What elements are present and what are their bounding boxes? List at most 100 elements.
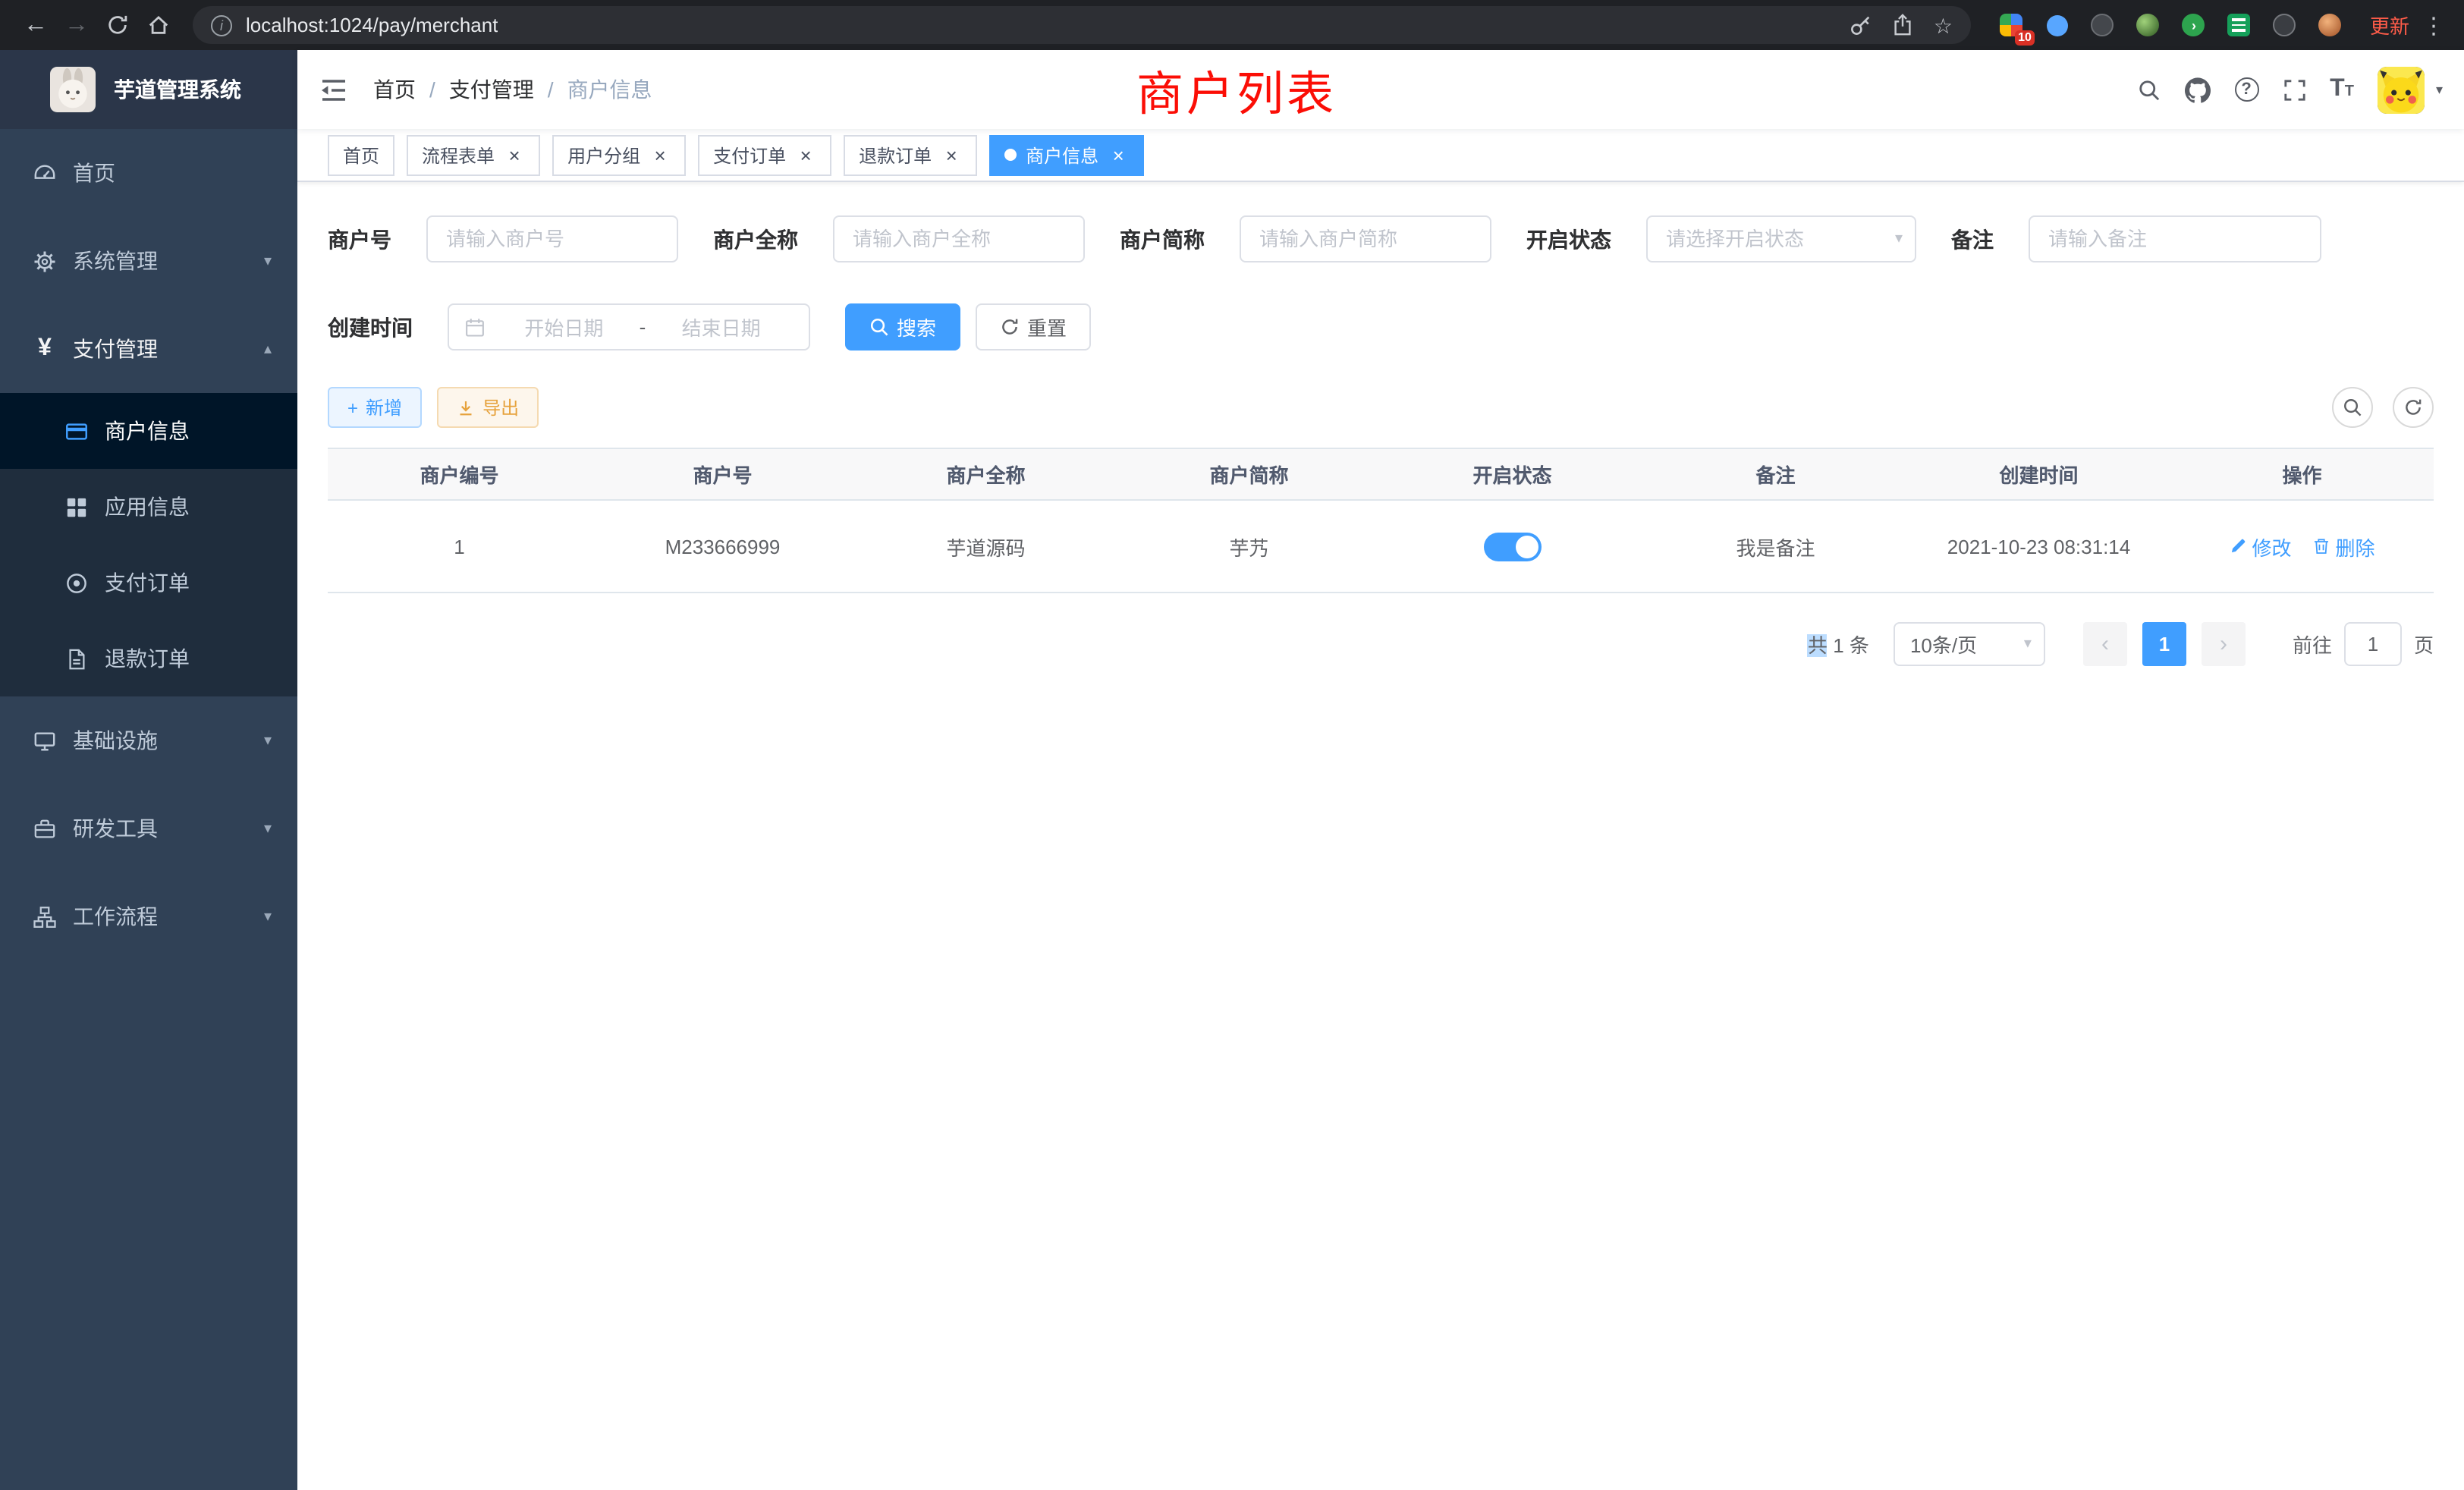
- breadcrumb-payment: 支付管理: [449, 74, 534, 105]
- merchant-no-label: 商户号: [328, 224, 426, 254]
- reset-button[interactable]: 重置: [976, 303, 1091, 350]
- sidebar-item-home[interactable]: 首页: [0, 129, 297, 217]
- col-short-name: 商户简称: [1117, 460, 1381, 489]
- extension-icon-8[interactable]: [2317, 11, 2344, 39]
- page-size-select[interactable]: 10条/页 ▾: [1894, 622, 2045, 666]
- page-1-button[interactable]: 1: [2142, 622, 2186, 666]
- tab-refund-orders[interactable]: 退款订单 ×: [844, 134, 977, 175]
- pagination-total: 共 1 条: [1808, 630, 1869, 659]
- extension-icon-3[interactable]: [2089, 11, 2117, 39]
- delete-link[interactable]: 删除: [2313, 532, 2375, 561]
- goto-page-input[interactable]: [2344, 622, 2402, 666]
- sidebar-item-pay-orders[interactable]: 支付订单: [0, 545, 297, 621]
- browser-home-icon[interactable]: [138, 5, 179, 46]
- prev-page-button[interactable]: ‹: [2083, 622, 2127, 666]
- edit-link-label: 修改: [2252, 532, 2291, 561]
- bank-card-icon: [64, 420, 90, 442]
- avatar-dropdown-icon[interactable]: ▾: [2436, 81, 2443, 98]
- add-button[interactable]: + 新增: [328, 387, 422, 428]
- col-status: 开启状态: [1381, 460, 1644, 489]
- extension-icon-1[interactable]: 10: [1998, 11, 2026, 39]
- full-name-label: 商户全称: [713, 224, 833, 254]
- breadcrumb-separator: /: [429, 77, 435, 102]
- tab-process-form[interactable]: 流程表单 ×: [407, 134, 540, 175]
- tab-pay-orders[interactable]: 支付订单 ×: [698, 134, 831, 175]
- extension-icon-2[interactable]: [2044, 11, 2071, 39]
- short-name-label: 商户简称: [1120, 224, 1240, 254]
- chevron-down-icon: ▾: [264, 820, 272, 837]
- header-search-icon[interactable]: [2137, 78, 2160, 101]
- edit-link[interactable]: 修改: [2229, 532, 2291, 561]
- breadcrumb: 首页 / 支付管理 / 商户信息: [373, 74, 652, 105]
- browser-back-icon[interactable]: ←: [15, 5, 56, 46]
- top-navbar: 首页 / 支付管理 / 商户信息 商户列表 ?: [297, 50, 2464, 129]
- browser-menu-icon[interactable]: ⋮: [2422, 11, 2446, 39]
- share-icon[interactable]: [1893, 14, 1914, 36]
- short-name-input[interactable]: [1240, 215, 1491, 262]
- merchant-no-input[interactable]: [426, 215, 678, 262]
- extension-icon-7[interactable]: [2271, 11, 2299, 39]
- delete-link-label: 删除: [2336, 532, 2375, 561]
- password-key-icon[interactable]: [1850, 14, 1873, 36]
- extension-icon-6[interactable]: [2226, 11, 2253, 39]
- next-page-button[interactable]: ›: [2202, 622, 2246, 666]
- font-size-icon[interactable]: TT: [2330, 77, 2354, 102]
- close-icon[interactable]: ×: [941, 144, 962, 165]
- sidebar-item-infrastructure[interactable]: 基础设施 ▾: [0, 696, 297, 784]
- table-toolbar: + 新增 导出: [328, 387, 2434, 428]
- tab-user-group[interactable]: 用户分组 ×: [552, 134, 686, 175]
- sidebar-item-dev-tools[interactable]: 研发工具 ▾: [0, 784, 297, 872]
- close-icon[interactable]: ×: [1108, 144, 1129, 165]
- sidebar-collapse-icon[interactable]: [320, 78, 347, 101]
- address-bar[interactable]: i localhost:1024/pay/merchant ☆: [193, 6, 1971, 44]
- close-icon[interactable]: ×: [795, 144, 816, 165]
- tab-label: 支付订单: [713, 142, 786, 168]
- user-avatar[interactable]: [2378, 66, 2425, 113]
- tab-home[interactable]: 首页: [328, 134, 394, 175]
- sidebar-item-system[interactable]: 系统管理 ▾: [0, 217, 297, 305]
- target-icon: [64, 571, 90, 594]
- browser-reload-icon[interactable]: [97, 5, 138, 46]
- status-toggle[interactable]: [1484, 532, 1542, 561]
- sidebar-item-app-info[interactable]: 应用信息: [0, 469, 297, 545]
- browser-forward-icon[interactable]: →: [56, 5, 97, 46]
- toggle-search-button[interactable]: [2332, 387, 2373, 428]
- date-range-input[interactable]: 开始日期 - 结束日期: [448, 303, 810, 350]
- fullscreen-icon[interactable]: [2283, 78, 2305, 101]
- export-button[interactable]: 导出: [437, 387, 539, 428]
- breadcrumb-home[interactable]: 首页: [373, 74, 416, 105]
- github-icon[interactable]: [2184, 77, 2210, 102]
- sidebar-item-workflow[interactable]: 工作流程 ▾: [0, 872, 297, 960]
- refresh-button[interactable]: [2393, 387, 2434, 428]
- browser-update-button[interactable]: 更新: [2370, 11, 2409, 39]
- sidebar-item-label: 商户信息: [105, 416, 190, 446]
- status-select[interactable]: [1646, 215, 1916, 262]
- col-merchant-id: 商户编号: [328, 460, 591, 489]
- url-text[interactable]: localhost:1024/pay/merchant: [246, 14, 498, 36]
- tags-view: 首页 流程表单 × 用户分组 × 支付订单 × 退款订单 ×: [297, 129, 2464, 182]
- site-info-icon[interactable]: i: [211, 14, 232, 36]
- sidebar-item-label: 工作流程: [73, 901, 158, 932]
- bookmark-star-icon[interactable]: ☆: [1934, 14, 1953, 36]
- close-icon[interactable]: ×: [649, 144, 671, 165]
- chevron-down-icon: ▾: [264, 732, 272, 749]
- breadcrumb-separator: /: [548, 77, 554, 102]
- sidebar-item-label: 退款订单: [105, 643, 190, 674]
- col-full-name: 商户全称: [854, 460, 1117, 489]
- sidebar-item-refund-orders[interactable]: 退款订单: [0, 621, 297, 696]
- close-icon[interactable]: ×: [504, 144, 525, 165]
- filter-row-2: 创建时间 开始日期 - 结束日期 搜索: [328, 303, 2434, 350]
- search-button[interactable]: 搜索: [845, 303, 960, 350]
- extension-icon-4[interactable]: [2135, 11, 2162, 39]
- remark-input[interactable]: [2029, 215, 2321, 262]
- cell-short-name: 芋艿: [1117, 532, 1381, 561]
- help-icon[interactable]: ?: [2234, 77, 2258, 102]
- app-logo[interactable]: 芋道管理系统: [0, 50, 297, 129]
- full-name-input[interactable]: [833, 215, 1085, 262]
- sidebar-item-label: 研发工具: [73, 813, 158, 844]
- extension-icon-5[interactable]: ›: [2180, 11, 2208, 39]
- tab-merchant-info[interactable]: 商户信息 ×: [989, 134, 1144, 175]
- sidebar-item-payment[interactable]: ¥ 支付管理 ▴: [0, 305, 297, 393]
- sidebar-item-label: 支付管理: [73, 334, 158, 364]
- sidebar-item-merchant-info[interactable]: 商户信息: [0, 393, 297, 469]
